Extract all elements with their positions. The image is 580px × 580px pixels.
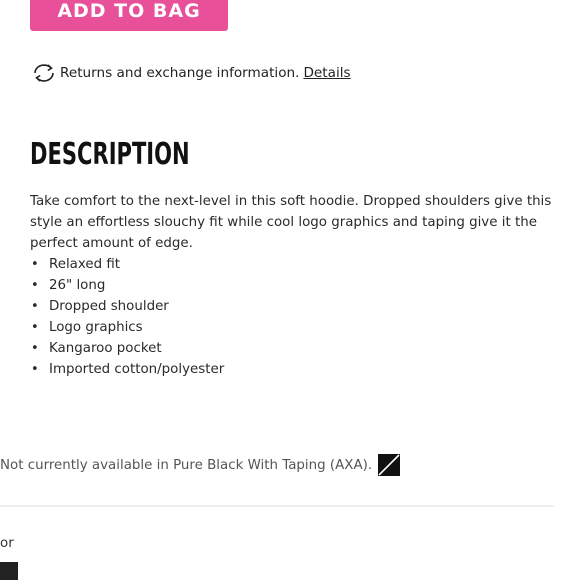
product-detail-page: ADD TO BAG Returns and exchange informat… (0, 0, 580, 580)
description-heading: DESCRIPTION (30, 137, 190, 172)
feature-item: Relaxed fit (30, 254, 560, 275)
color-swatch[interactable] (0, 562, 18, 580)
add-to-bag-button[interactable]: ADD TO BAG (30, 0, 228, 31)
feature-list: Relaxed fit 26" long Dropped shoulder Lo… (30, 254, 560, 380)
section-divider (0, 505, 554, 507)
feature-item: 26" long (30, 275, 560, 296)
availability-text: Not currently available in Pure Black Wi… (0, 457, 373, 473)
feature-item: Logo graphics (30, 317, 560, 338)
returns-text: Returns and exchange information. (60, 65, 300, 81)
exchange-arrows-icon (31, 62, 57, 84)
returns-details-link[interactable]: Details (303, 65, 350, 81)
feature-item: Imported cotton/polyester (30, 359, 560, 380)
feature-item: Dropped shoulder (30, 296, 560, 317)
returns-info: Returns and exchange information. Detail… (31, 62, 351, 84)
unavailable-swatch-icon[interactable] (378, 454, 401, 476)
feature-item: Kangaroo pocket (30, 338, 560, 359)
description-paragraph: Take comfort to the next-level in this s… (30, 194, 552, 251)
next-section-label: or (0, 536, 14, 551)
description-body: Take comfort to the next-level in this s… (30, 191, 560, 380)
availability-notice: Not currently available in Pure Black Wi… (0, 453, 401, 477)
